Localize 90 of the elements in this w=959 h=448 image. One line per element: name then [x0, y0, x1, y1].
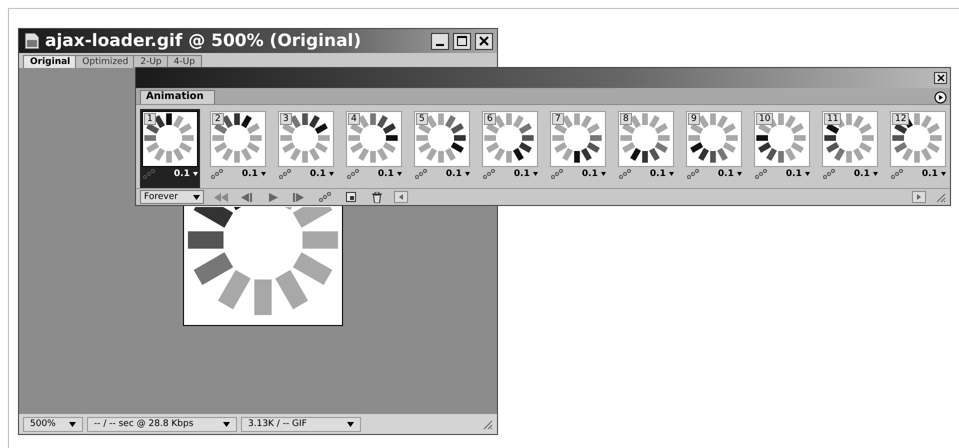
- disposal-icon[interactable]: [754, 169, 768, 179]
- dropdown-caret-icon: [465, 172, 470, 176]
- frame-delay[interactable]: 0.1: [854, 169, 878, 179]
- disposal-icon[interactable]: [278, 169, 292, 179]
- window-title: ajax-loader.gif @ 500% (Original): [45, 31, 362, 51]
- disposal-icon[interactable]: [822, 169, 836, 179]
- animation-frame[interactable]: 1 0.1: [140, 109, 200, 188]
- view-tab[interactable]: Original: [23, 55, 78, 68]
- frame-number: 6: [484, 113, 496, 125]
- frame-delay[interactable]: 0.1: [514, 169, 538, 179]
- close-icon: [936, 74, 944, 82]
- disposal-icon[interactable]: [550, 169, 564, 179]
- dropdown-caret-icon: [261, 172, 266, 176]
- frame-delay[interactable]: 0.1: [786, 169, 810, 179]
- frame-number: 2: [212, 113, 224, 125]
- frame-number: 5: [416, 113, 428, 125]
- frame-number: 9: [688, 113, 700, 125]
- maximize-button[interactable]: [453, 32, 471, 50]
- frame-number: 8: [620, 113, 632, 125]
- close-button[interactable]: [475, 32, 493, 50]
- close-button[interactable]: [934, 72, 947, 84]
- frame-number: 7: [552, 113, 564, 125]
- view-tab[interactable]: Optimized: [75, 55, 136, 68]
- dropdown-caret-icon: [397, 172, 402, 176]
- resize-grip-icon[interactable]: [934, 191, 946, 203]
- frame-thumbnail: [687, 112, 739, 164]
- disposal-icon[interactable]: [210, 169, 224, 179]
- frame-thumbnail: [415, 112, 467, 164]
- dropdown-caret-icon: [805, 172, 810, 176]
- frame-thumbnail: [211, 112, 263, 164]
- frame-thumbnail: [823, 112, 875, 164]
- frame-delay[interactable]: 0.1: [718, 169, 742, 179]
- frame-number: 10: [756, 113, 774, 125]
- frame-thumbnail: [483, 112, 535, 164]
- frame-thumbnail: [279, 112, 331, 164]
- scroll-left-button[interactable]: [394, 191, 408, 203]
- frame-number: 1: [144, 113, 156, 125]
- dropdown-caret-icon: [669, 172, 674, 176]
- frame-thumbnail: [619, 112, 671, 164]
- zoom-dropdown[interactable]: 500%: [23, 416, 83, 432]
- resize-grip-icon[interactable]: [481, 418, 493, 430]
- minimize-icon: [436, 44, 444, 46]
- dropdown-caret-icon: [347, 422, 354, 426]
- disposal-icon[interactable]: [414, 169, 428, 179]
- download-time-dropdown[interactable]: -- / -- sec @ 28.8 Kbps: [87, 416, 237, 432]
- frame-thumbnail: [143, 112, 195, 164]
- frame-delay[interactable]: 0.1: [582, 169, 606, 179]
- disposal-icon[interactable]: [890, 169, 904, 179]
- dropdown-caret-icon: [601, 172, 606, 176]
- tween-icon[interactable]: [316, 190, 334, 204]
- frame-thumbnail: [755, 112, 807, 164]
- right-arrow-icon: [917, 194, 921, 200]
- frame-delay[interactable]: 0.1: [446, 169, 470, 179]
- dropdown-caret-icon: [329, 172, 334, 176]
- file-size-dropdown[interactable]: 3.13K / -- GIF: [241, 416, 361, 432]
- disposal-icon[interactable]: [618, 169, 632, 179]
- close-icon: [479, 36, 489, 46]
- dropdown-caret-icon: [941, 172, 946, 176]
- dropdown-caret-icon: [69, 422, 76, 426]
- frame-delay[interactable]: 0.1: [922, 169, 946, 179]
- frame-number: 12: [892, 113, 910, 125]
- scroll-right-button[interactable]: [912, 191, 926, 203]
- view-tab[interactable]: 4-Up: [166, 55, 202, 68]
- palette-menu-icon[interactable]: [934, 91, 947, 104]
- frame-delay[interactable]: 0.1: [242, 169, 266, 179]
- dropdown-caret-icon: [193, 194, 200, 200]
- frame-number: 3: [280, 113, 292, 125]
- dropdown-caret-icon: [737, 172, 742, 176]
- loop-dropdown[interactable]: Forever: [140, 190, 204, 204]
- frame-thumbnail: [551, 112, 603, 164]
- palette-tab[interactable]: Animation: [140, 90, 215, 104]
- frame-thumbnail: [347, 112, 399, 164]
- frame-number: 11: [824, 113, 842, 125]
- dropdown-caret-icon: [223, 422, 230, 426]
- dropdown-caret-icon: [533, 172, 538, 176]
- disposal-icon[interactable]: [686, 169, 700, 179]
- left-arrow-icon: [399, 194, 403, 200]
- frame-delay[interactable]: 0.1: [650, 169, 674, 179]
- minimize-button[interactable]: [431, 32, 449, 50]
- frame-delay[interactable]: 0.1: [174, 169, 198, 179]
- disposal-icon[interactable]: [482, 169, 496, 179]
- frame-number: 4: [348, 113, 360, 125]
- file-icon: [23, 32, 41, 50]
- frame-delay[interactable]: 0.1: [378, 169, 402, 179]
- disposal-icon[interactable]: [346, 169, 360, 179]
- dropdown-caret-icon: [193, 172, 198, 176]
- frame-delay[interactable]: 0.1: [310, 169, 334, 179]
- frame-thumbnail: [891, 112, 943, 164]
- dropdown-caret-icon: [873, 172, 878, 176]
- maximize-icon: [457, 36, 467, 46]
